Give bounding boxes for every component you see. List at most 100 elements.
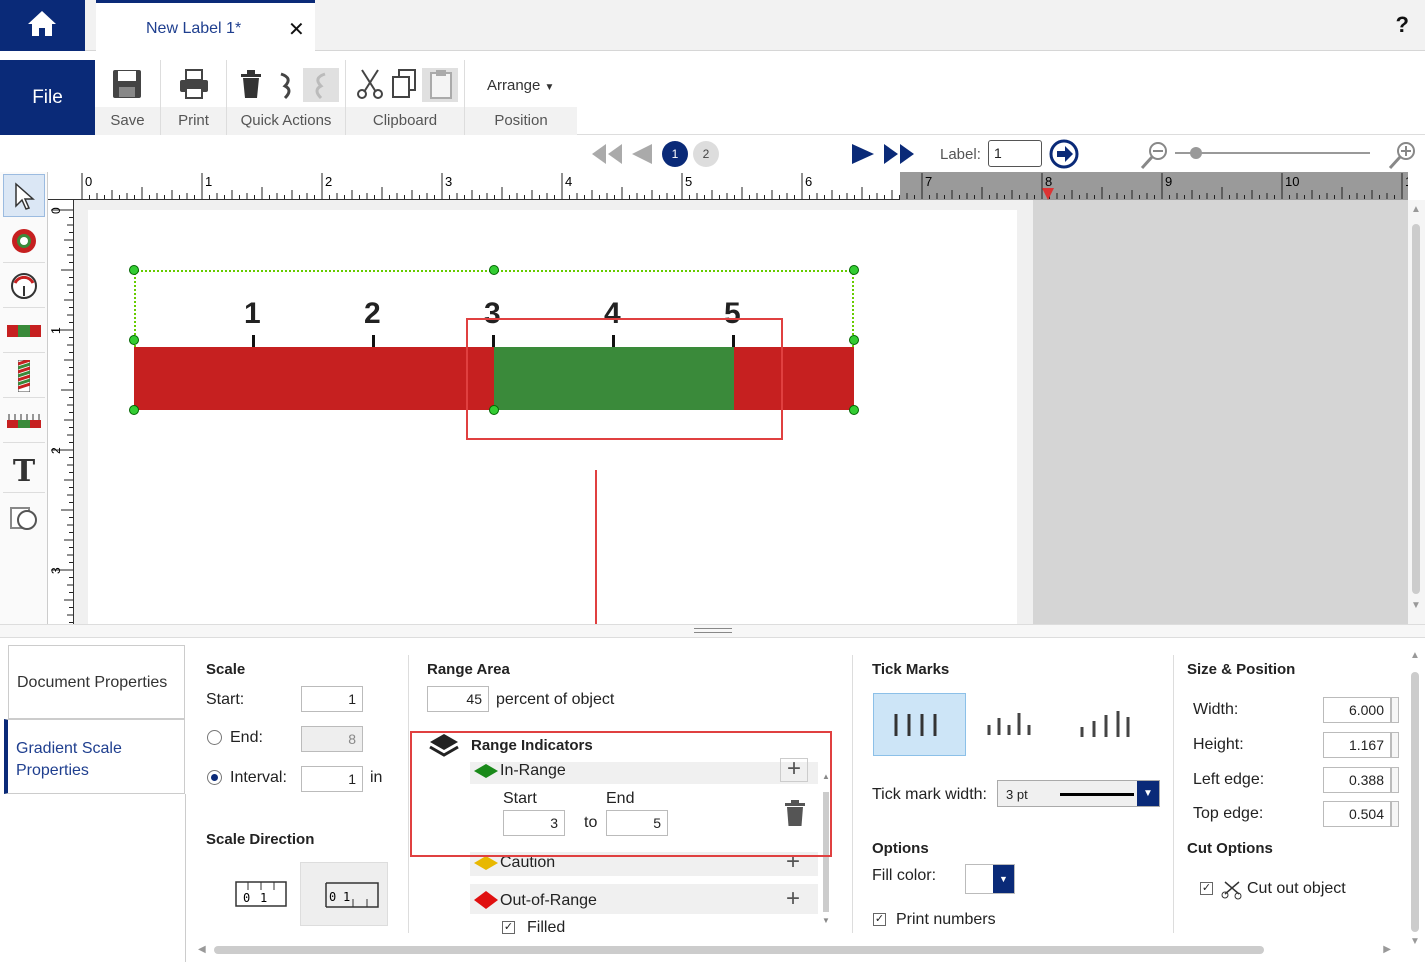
scroll-left-icon[interactable]: ◀: [198, 944, 206, 955]
gauge-tool[interactable]: [3, 220, 45, 263]
scissors-icon: [1221, 881, 1242, 900]
end-input: 8: [301, 726, 363, 752]
left-edge-spinner[interactable]: [1391, 767, 1399, 793]
range-percent-input[interactable]: 45: [427, 686, 489, 712]
start-input[interactable]: 1: [301, 686, 363, 712]
cut-out-checkbox[interactable]: ✓: [1200, 882, 1213, 895]
height-input[interactable]: 1.167: [1323, 732, 1391, 758]
zoom-out-icon[interactable]: [1140, 140, 1170, 170]
select-tool[interactable]: [3, 174, 45, 217]
print-group[interactable]: Print: [161, 60, 227, 135]
svg-text:0: 0: [243, 891, 250, 905]
resize-handle[interactable]: [489, 265, 499, 275]
shape-tool[interactable]: [3, 495, 45, 538]
divider-line: [1173, 655, 1174, 933]
fill-color-dropdown-button[interactable]: ▼: [993, 865, 1014, 893]
home-button[interactable]: [0, 0, 85, 51]
options-title: Options: [872, 840, 929, 857]
ruler-position-marker: [1042, 188, 1054, 200]
horizontal-gradient-tool[interactable]: [3, 310, 45, 353]
tick-style-ascending-icon[interactable]: [1070, 693, 1140, 756]
previous-page-icon[interactable]: [628, 142, 654, 166]
canvas-scrollbar[interactable]: ▲ ▼: [1408, 200, 1425, 624]
width-spinner[interactable]: [1391, 697, 1399, 723]
print-numbers-checkbox[interactable]: ✓: [873, 913, 886, 926]
scroll-down-icon[interactable]: ▼: [1411, 600, 1421, 611]
tick-style-alternating-icon[interactable]: [975, 693, 1045, 756]
vertical-ruler-label: 1: [49, 327, 63, 334]
file-button[interactable]: File: [0, 60, 95, 135]
panel-splitter[interactable]: [0, 624, 1425, 638]
help-button[interactable]: ?: [1396, 12, 1409, 38]
scroll-down-icon[interactable]: ▼: [1410, 936, 1420, 947]
text-tool[interactable]: T: [3, 450, 45, 493]
resize-handle[interactable]: [129, 405, 139, 415]
top-edge-input[interactable]: 0.504: [1323, 801, 1391, 827]
resize-handle[interactable]: [129, 335, 139, 345]
label-number-input[interactable]: 1: [988, 140, 1042, 167]
interval-unit: in: [370, 769, 383, 786]
ruler-label: 6: [805, 174, 812, 189]
sidebar-border: [185, 794, 186, 962]
height-value: 1.167: [1348, 737, 1384, 753]
scroll-up-icon[interactable]: ▲: [1410, 650, 1420, 661]
scroll-up-icon[interactable]: ▲: [1411, 204, 1421, 215]
document-tab[interactable]: New Label 1* ✕: [96, 0, 315, 51]
scroll-right-icon[interactable]: ▶: [1383, 944, 1391, 955]
height-spinner[interactable]: [1391, 732, 1399, 758]
page-1-button[interactable]: 1: [662, 141, 688, 167]
filled-checkbox[interactable]: ✓: [502, 921, 515, 934]
dropdown-arrow-button[interactable]: ▼: [1137, 781, 1159, 806]
tab-gradient-scale-properties[interactable]: Gradient Scale Properties: [4, 719, 185, 794]
properties-horizontal-scrollbar[interactable]: ◀ ▶: [198, 942, 1393, 958]
out-of-range-label: Out-of-Range: [500, 892, 597, 909]
save-group[interactable]: Save: [95, 60, 161, 135]
add-out-of-range-button[interactable]: +: [786, 887, 800, 911]
interval-radio[interactable]: [207, 770, 222, 785]
document-properties-label: Document Properties: [17, 674, 168, 691]
page-2-button[interactable]: 2: [693, 141, 719, 167]
resize-handle[interactable]: [849, 405, 859, 415]
tab-document-properties[interactable]: Document Properties: [8, 645, 185, 719]
resize-handle[interactable]: [129, 265, 139, 275]
redo-icon[interactable]: [309, 70, 331, 100]
next-page-icon[interactable]: [850, 142, 876, 166]
toolbox: T: [0, 172, 48, 624]
first-page-icon[interactable]: [590, 142, 624, 166]
zoom-slider[interactable]: [1175, 152, 1370, 154]
resize-handle[interactable]: [849, 265, 859, 275]
properties-horizontal-thumb[interactable]: [214, 946, 1264, 954]
cut-icon[interactable]: [356, 68, 384, 100]
go-to-label-icon[interactable]: [1048, 139, 1080, 169]
width-input[interactable]: 6.000: [1323, 697, 1391, 723]
copy-icon[interactable]: [390, 68, 418, 100]
delete-icon[interactable]: [238, 68, 264, 100]
left-edge-input[interactable]: 0.388: [1323, 767, 1391, 793]
undo-icon[interactable]: [275, 70, 297, 100]
scale-tool[interactable]: [3, 400, 45, 443]
arrange-dropdown[interactable]: Arrange ▼: [487, 77, 554, 94]
resize-handle[interactable]: [849, 335, 859, 345]
direction-right-to-left-button[interactable]: 01: [300, 862, 388, 926]
zoom-slider-thumb[interactable]: [1190, 147, 1202, 159]
tick-width-dropdown[interactable]: 3 pt ▼: [997, 780, 1160, 807]
tick-style-uniform-button[interactable]: [873, 693, 966, 756]
last-page-icon[interactable]: [882, 142, 916, 166]
vertical-gradient-tool[interactable]: [3, 355, 45, 398]
top-edge-spinner[interactable]: [1391, 801, 1399, 827]
start-label: Start:: [206, 691, 245, 708]
zoom-in-icon[interactable]: [1388, 140, 1418, 170]
size-position-title: Size & Position: [1187, 661, 1296, 678]
svg-text:1: 1: [343, 890, 350, 904]
paste-icon[interactable]: [427, 68, 455, 100]
interval-input[interactable]: 1: [301, 766, 363, 792]
tab-close-button[interactable]: ✕: [288, 17, 305, 42]
properties-vertical-thumb[interactable]: [1411, 672, 1419, 932]
scroll-down-icon[interactable]: ▼: [822, 916, 830, 925]
fill-color-picker[interactable]: ▼: [965, 864, 1015, 894]
properties-vertical-scrollbar[interactable]: ▲ ▼: [1408, 648, 1423, 953]
dial-tool[interactable]: [3, 265, 45, 308]
end-radio[interactable]: [207, 730, 222, 745]
scrollbar-thumb[interactable]: [1412, 224, 1420, 594]
direction-left-to-right-button[interactable]: 01: [228, 864, 298, 924]
